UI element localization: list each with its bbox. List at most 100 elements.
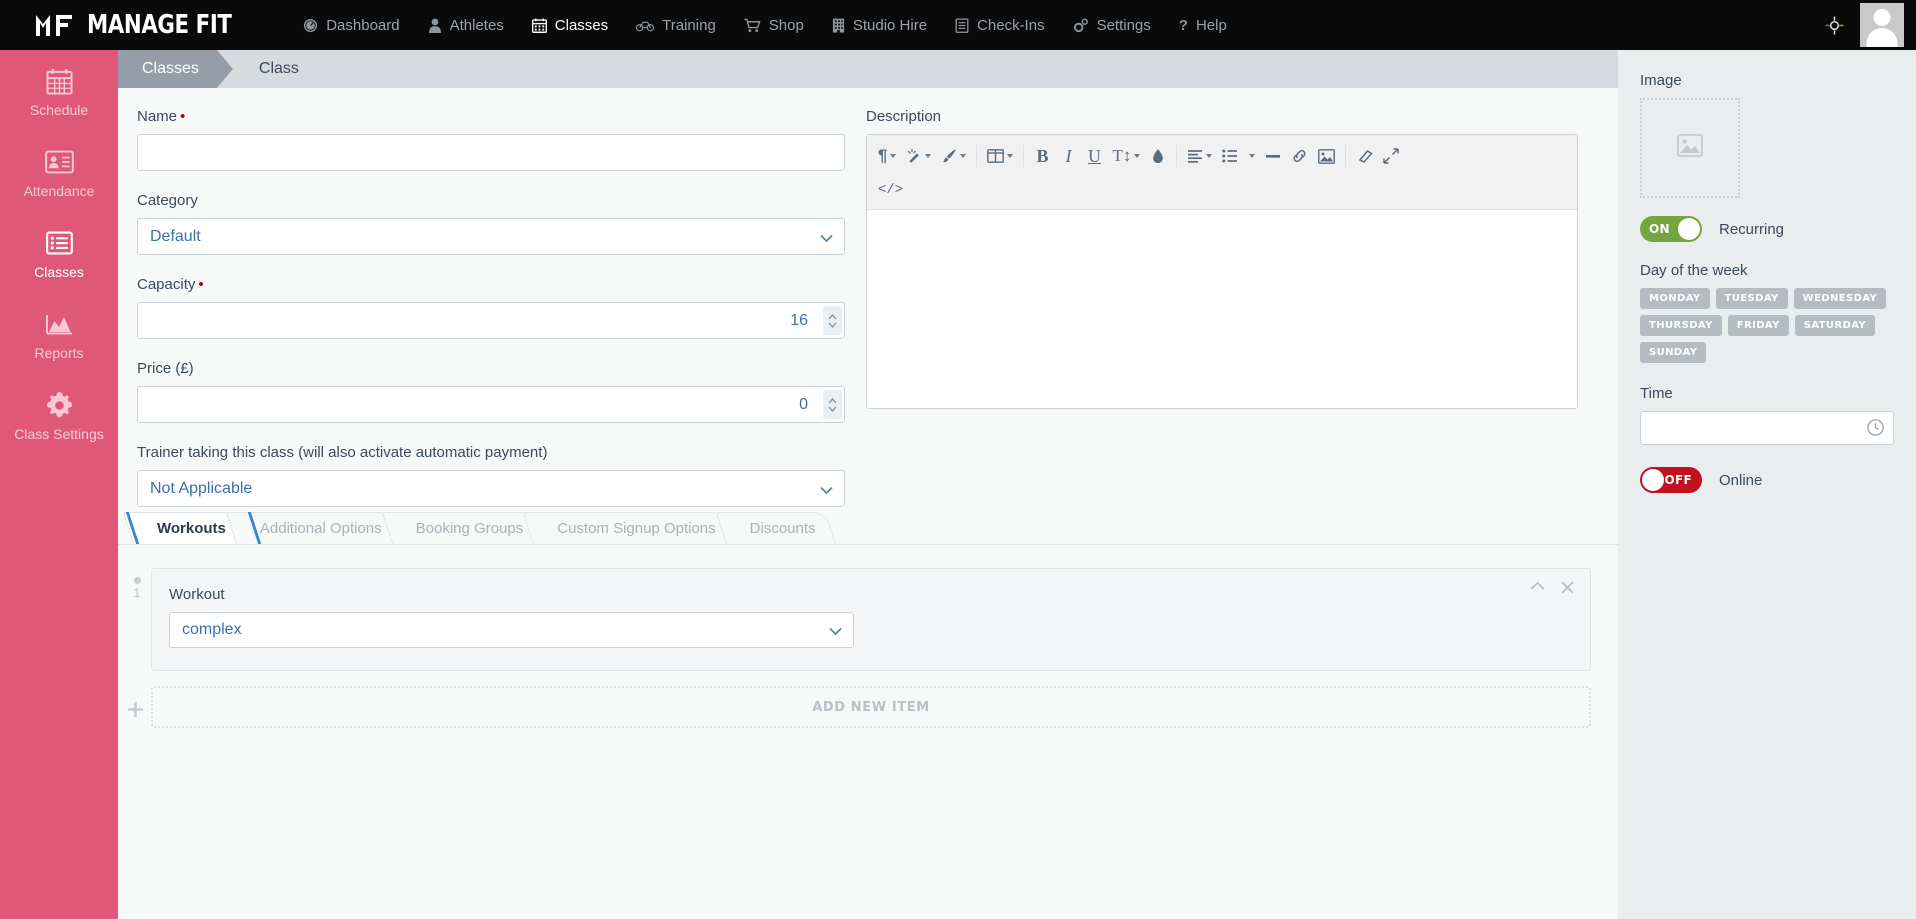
breadcrumb-item-classes[interactable]: Classes <box>118 50 233 88</box>
italic-icon[interactable]: I <box>1055 139 1081 173</box>
paint-brush-icon[interactable] <box>936 139 971 173</box>
online-toggle[interactable]: OFF <box>1640 467 1702 493</box>
sidebar-item-reports[interactable]: Reports <box>0 293 118 374</box>
magic-wand-icon[interactable] <box>901 139 936 173</box>
workout-panel: Workout complex <box>151 568 1591 671</box>
capacity-input-wrapper: 16 <box>137 302 845 339</box>
day-thursday[interactable]: THURSDAY <box>1640 315 1722 336</box>
tab-list: Workouts Additional Options Booking Grou… <box>118 512 1618 544</box>
description-editor-body[interactable] <box>867 210 1577 408</box>
day-sunday[interactable]: SUNDAY <box>1640 342 1707 363</box>
chevron-up-icon[interactable] <box>1530 581 1545 594</box>
day-friday[interactable]: FRIDAY <box>1727 315 1789 336</box>
nav-item-athletes[interactable]: Athletes <box>414 0 518 50</box>
day-monday[interactable]: MONDAY <box>1640 288 1710 309</box>
trainer-select[interactable]: Not Applicable <box>137 470 845 507</box>
trainer-select-wrapper: Not Applicable <box>137 470 845 507</box>
underline-icon[interactable]: U <box>1081 139 1107 173</box>
nav-item-check-ins[interactable]: Check-Ins <box>941 0 1059 50</box>
editor-toolbar-row-2: </> <box>873 173 1571 207</box>
nav-item-studio-hire[interactable]: Studio Hire <box>818 0 941 50</box>
workout-field-label: Workout <box>169 586 225 603</box>
time-input[interactable] <box>1640 411 1894 445</box>
tab-custom-signup-options[interactable]: Custom Signup Options <box>522 512 736 544</box>
nav-item-label: Dashboard <box>326 16 400 34</box>
question-mark-icon: ? <box>1178 16 1188 34</box>
day-wednesday[interactable]: WEDNESDAY <box>1793 288 1887 309</box>
nav-item-classes[interactable]: Classes <box>518 0 622 50</box>
nav-item-training[interactable]: Training <box>622 0 730 50</box>
workout-item-row: 1 Workout complex <box>118 568 1618 671</box>
drag-handle[interactable]: 1 <box>130 577 144 600</box>
category-select[interactable]: Default <box>137 218 845 255</box>
avatar-body <box>1866 28 1898 47</box>
sidebar-item-classes[interactable]: Classes <box>0 212 118 293</box>
name-input[interactable] <box>137 134 845 171</box>
insert-image-icon[interactable] <box>1313 139 1340 173</box>
text-color-icon[interactable] <box>1145 139 1171 173</box>
price-stepper[interactable] <box>823 390 842 419</box>
html-source-icon[interactable]: </> <box>873 173 908 207</box>
drag-handle-dot <box>133 577 141 584</box>
close-icon[interactable] <box>1561 581 1574 594</box>
user-avatar[interactable] <box>1860 3 1904 47</box>
fullscreen-icon[interactable] <box>1378 139 1404 173</box>
gear-icon <box>46 390 73 420</box>
breadcrumb-item-class[interactable]: Class <box>233 60 299 78</box>
day-tuesday[interactable]: TUESDAY <box>1715 288 1788 309</box>
font-size-icon[interactable]: T↕ <box>1107 139 1145 173</box>
nav-item-settings[interactable]: Settings <box>1059 0 1165 50</box>
capacity-input[interactable]: 16 <box>137 302 845 339</box>
nav-item-help[interactable]: ? Help <box>1165 0 1241 50</box>
tab-booking-groups[interactable]: Booking Groups <box>381 512 544 544</box>
list-icon[interactable] <box>1217 139 1260 173</box>
user-icon <box>428 18 442 33</box>
price-label: Price (£) <box>137 360 194 377</box>
align-icon[interactable] <box>1182 139 1217 173</box>
name-label: Name • <box>137 108 836 125</box>
sidebar-item-schedule[interactable]: Schedule <box>0 50 118 131</box>
horizontal-rule-icon[interactable] <box>1260 139 1286 173</box>
recurring-toggle-row: ON Recurring <box>1640 216 1894 242</box>
tab-additional-options[interactable]: Additional Options <box>225 512 402 544</box>
rich-text-editor: ¶ B I U T↕ </> <box>866 134 1578 409</box>
nav-item-shop[interactable]: Shop <box>730 0 818 50</box>
bold-icon[interactable]: B <box>1029 139 1055 173</box>
sidebar-item-attendance[interactable]: Attendance <box>0 131 118 212</box>
toolbar-separator <box>1023 145 1025 167</box>
recurring-toggle[interactable]: ON <box>1640 216 1702 242</box>
tab-label: Additional Options <box>259 519 382 537</box>
workout-select[interactable]: complex <box>169 612 854 648</box>
image-upload-dropzone[interactable] <box>1640 98 1740 198</box>
sidebar-item-class-settings[interactable]: Class Settings <box>0 374 118 455</box>
sidebar-item-label: Classes <box>34 264 84 280</box>
nav-item-dashboard[interactable]: Dashboard <box>289 0 413 50</box>
price-input[interactable]: 0 <box>137 386 845 423</box>
link-icon[interactable] <box>1286 139 1313 173</box>
top-navigation-bar: MANAGE FIT Dashboard Athletes Classes Tr… <box>0 0 1916 50</box>
description-section: Description ¶ B I U T↕ </> <box>866 88 1606 409</box>
capacity-label-text: Capacity <box>137 276 196 293</box>
workout-select-wrapper: complex <box>169 612 854 648</box>
sidebar-item-label: Schedule <box>29 102 89 118</box>
left-sidebar: Schedule Attendance Classes Reports Clas… <box>0 50 118 919</box>
clear-format-icon[interactable] <box>1351 139 1378 173</box>
toolbar-separator <box>976 145 978 167</box>
tab-discounts[interactable]: Discounts <box>715 512 836 544</box>
capacity-stepper[interactable] <box>823 306 842 335</box>
time-label: Time <box>1640 385 1673 402</box>
day-saturday[interactable]: SATURDAY <box>1794 315 1876 336</box>
paragraph-style-icon[interactable]: ¶ <box>873 139 901 173</box>
sidebar-item-label: Class Settings <box>14 426 104 442</box>
manage-fit-logo-icon <box>36 15 72 36</box>
nav-item-label: Training <box>662 16 716 34</box>
brand-logo-link[interactable]: MANAGE FIT <box>0 10 289 40</box>
plus-icon[interactable] <box>127 701 144 722</box>
cart-icon <box>744 18 761 33</box>
crosshair-icon[interactable] <box>1825 15 1844 35</box>
category-label: Category <box>137 192 198 209</box>
table-icon[interactable] <box>982 139 1018 173</box>
add-new-item-button[interactable]: ADD NEW ITEM <box>151 686 1591 728</box>
tab-label: Workouts <box>157 519 226 537</box>
nav-item-label: Studio Hire <box>852 16 928 34</box>
